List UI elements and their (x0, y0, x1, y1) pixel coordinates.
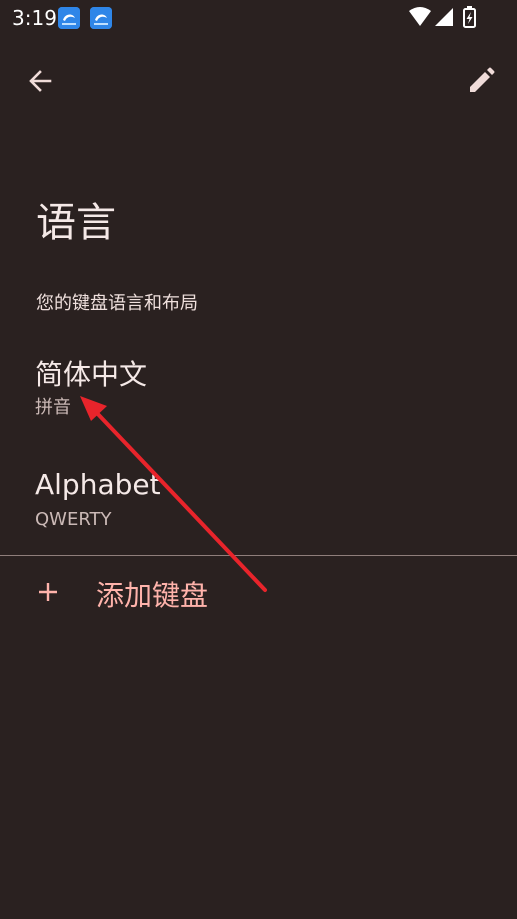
wifi-icon (409, 7, 431, 26)
divider (0, 555, 517, 556)
language-layout: QWERTY (35, 509, 112, 530)
page-title: 语言 (36, 200, 116, 246)
status-indicators (409, 6, 481, 28)
add-keyboard-button[interactable]: 添加键盘 (0, 562, 517, 624)
status-time: 3:19 (12, 6, 57, 30)
language-item-chinese[interactable]: 简体中文 拼音 (0, 345, 517, 445)
battery-charging-icon (463, 6, 476, 28)
app-notification-icon (90, 7, 112, 29)
edit-button[interactable] (460, 60, 502, 102)
arrow-back-icon (29, 70, 52, 92)
language-item-alphabet[interactable]: Alphabet QWERTY (0, 460, 517, 560)
status-bar: 3:19 (0, 0, 517, 34)
language-name: 简体中文 (35, 358, 148, 391)
app-notification-icon (58, 7, 80, 29)
language-name: Alphabet (35, 468, 161, 501)
section-subtitle: 您的键盘语言和布局 (36, 293, 198, 314)
pencil-icon (470, 67, 495, 92)
signal-icon (435, 8, 453, 26)
back-button[interactable] (20, 60, 62, 102)
plus-icon (39, 583, 57, 601)
language-layout: 拼音 (35, 397, 71, 418)
screen: 3:19 语言 您的键盘语言和布局 简体中文 拼音 Alphabet QWERT… (0, 0, 517, 919)
add-keyboard-label: 添加键盘 (96, 579, 209, 612)
